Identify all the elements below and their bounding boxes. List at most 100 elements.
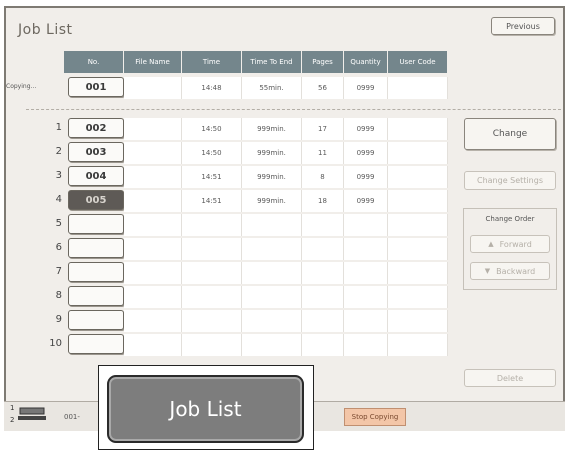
job-user-code-cell (388, 334, 448, 356)
delete-button[interactable]: Delete (464, 369, 556, 387)
section-divider (26, 109, 561, 110)
job-time-to-end-cell (242, 214, 302, 236)
job-pages-cell (302, 238, 344, 260)
job-pages-cell: 18 (302, 190, 344, 212)
forward-button[interactable]: ▲ Forward (470, 235, 550, 253)
job-row: 6 (6, 238, 466, 260)
job-quantity-cell (344, 286, 388, 308)
job-index: 7 (55, 266, 62, 277)
job-user-code-cell (388, 190, 448, 212)
job-file-name-cell (124, 310, 182, 332)
job-number-button[interactable] (68, 238, 124, 258)
job-row: 3 004 14:51 999min. 8 0999 (6, 166, 466, 188)
change-order-label: Change Order (485, 215, 535, 223)
job-user-code-cell (388, 166, 448, 188)
current-job-time-to-end: 55min. (242, 77, 302, 99)
column-header-quantity: Quantity (344, 51, 388, 73)
job-row: 9 (6, 310, 466, 332)
job-time-cell (182, 286, 242, 308)
current-job-user-code (388, 77, 448, 99)
column-header-file-name: File Name (124, 51, 182, 73)
job-pages-cell (302, 286, 344, 308)
change-order-group: Change Order ▲ Forward ▼ Backward (463, 208, 557, 290)
job-number-button[interactable] (68, 310, 124, 330)
job-reference: 001- (64, 413, 80, 421)
current-job-time: 14:48 (182, 77, 242, 99)
job-quantity-cell: 0999 (344, 142, 388, 164)
job-user-code-cell (388, 262, 448, 284)
backward-label: Backward (496, 266, 536, 276)
job-file-name-cell (124, 190, 182, 212)
job-time-cell: 14:50 (182, 142, 242, 164)
job-index: 6 (55, 242, 62, 253)
job-index: 5 (55, 218, 62, 229)
change-settings-button[interactable]: Change Settings (464, 171, 556, 190)
counter-one: 1 (10, 404, 15, 412)
copying-status-label: Copying... (6, 83, 37, 90)
job-pages-cell (302, 262, 344, 284)
job-pages-cell: 8 (302, 166, 344, 188)
forward-label: Forward (499, 239, 532, 249)
job-time-cell (182, 238, 242, 260)
job-time-to-end-cell (242, 286, 302, 308)
job-time-to-end-cell: 999min. (242, 190, 302, 212)
job-quantity-cell: 0999 (344, 118, 388, 140)
paper-tray-icon (18, 406, 48, 422)
job-row: 10 (6, 334, 466, 356)
job-time-to-end-cell: 999min. (242, 118, 302, 140)
job-file-name-cell (124, 286, 182, 308)
job-time-to-end-cell (242, 262, 302, 284)
job-number-button[interactable]: 002 (68, 118, 124, 138)
job-time-cell (182, 262, 242, 284)
job-number-button[interactable] (68, 214, 124, 234)
job-quantity-cell (344, 334, 388, 356)
triangle-up-icon: ▲ (488, 240, 494, 248)
job-file-name-cell (124, 262, 182, 284)
job-time-to-end-cell (242, 310, 302, 332)
job-quantity-cell (344, 310, 388, 332)
job-time-cell (182, 214, 242, 236)
job-row: 5 (6, 214, 466, 236)
job-pages-cell: 11 (302, 142, 344, 164)
previous-button[interactable]: Previous (491, 17, 555, 35)
column-header-number: No. (64, 51, 124, 73)
job-pages-cell (302, 214, 344, 236)
job-number-button[interactable]: 003 (68, 142, 124, 162)
job-list-button[interactable]: Job List (107, 375, 304, 443)
change-button[interactable]: Change (464, 118, 556, 150)
job-file-name-cell (124, 334, 182, 356)
stop-copying-button[interactable]: Stop Copying (344, 408, 406, 426)
column-header-user-code: User Code (388, 51, 448, 73)
job-time-to-end-cell (242, 238, 302, 260)
current-job-file-name (124, 77, 182, 99)
job-time-to-end-cell: 999min. (242, 142, 302, 164)
job-quantity-cell (344, 214, 388, 236)
job-file-name-cell (124, 238, 182, 260)
job-time-to-end-cell: 999min. (242, 166, 302, 188)
job-quantity-cell: 0999 (344, 166, 388, 188)
job-number-button[interactable] (68, 334, 124, 354)
job-index: 9 (55, 314, 62, 325)
job-pages-cell (302, 310, 344, 332)
job-number-button[interactable]: 005 (68, 190, 124, 210)
current-job-number-button[interactable]: 001 (68, 77, 124, 97)
current-job-row: Copying... 001 14:48 55min. 56 0999 (6, 77, 466, 99)
job-row: 1 002 14:50 999min. 17 0999 (6, 118, 466, 140)
job-file-name-cell (124, 214, 182, 236)
job-user-code-cell (388, 238, 448, 260)
job-number-button[interactable]: 004 (68, 166, 124, 186)
job-number-button[interactable] (68, 262, 124, 282)
column-header-time-to-end: Time To End (242, 51, 302, 73)
job-pages-cell: 17 (302, 118, 344, 140)
job-user-code-cell (388, 286, 448, 308)
job-time-cell: 14:51 (182, 190, 242, 212)
job-quantity-cell (344, 238, 388, 260)
backward-button[interactable]: ▼ Backward (470, 262, 550, 280)
job-user-code-cell (388, 214, 448, 236)
job-number-button[interactable] (68, 286, 124, 306)
job-index: 10 (49, 338, 62, 349)
counter-two: 2 (10, 416, 15, 424)
job-row: 4 005 14:51 999min. 18 0999 (6, 190, 466, 212)
job-user-code-cell (388, 310, 448, 332)
job-index: 2 (55, 146, 62, 157)
